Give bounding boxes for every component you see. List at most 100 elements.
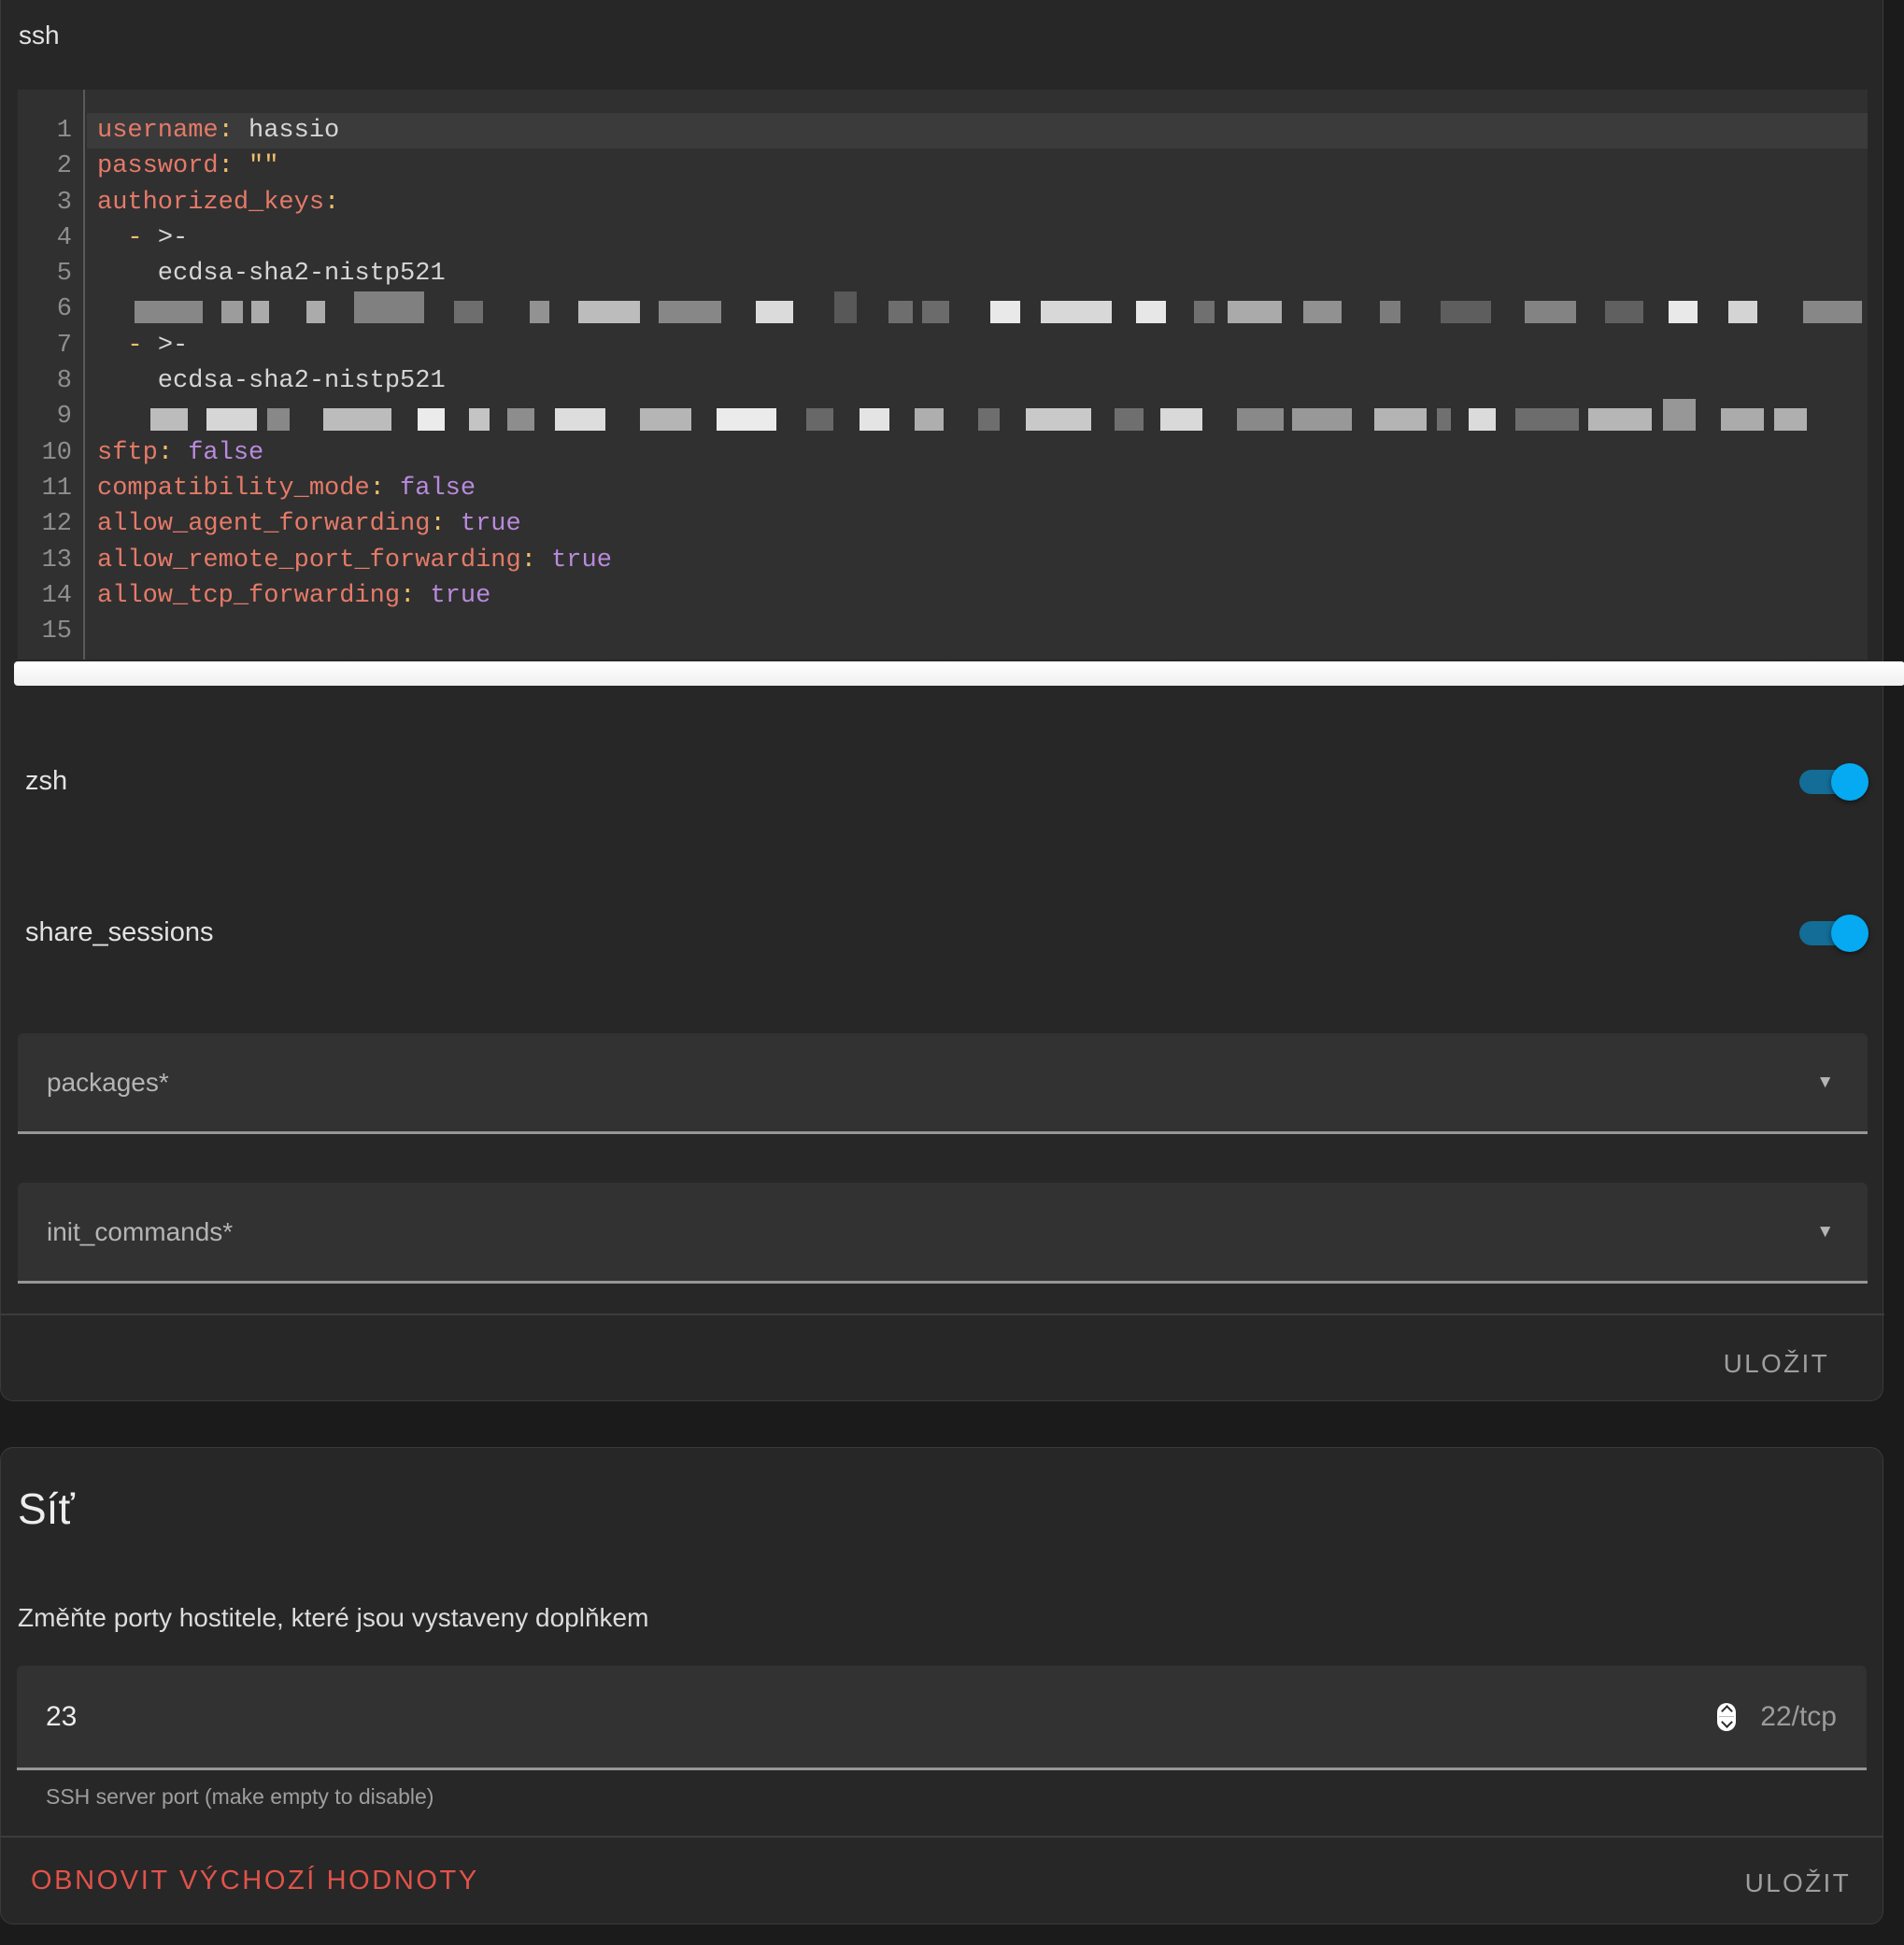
redacted-key-block <box>150 408 188 431</box>
zsh-toggle[interactable] <box>1799 763 1868 801</box>
redacted-key-block <box>1380 301 1400 323</box>
code-line: authorized_keys: <box>87 185 1868 220</box>
number-stepper[interactable] <box>1717 1703 1736 1731</box>
redacted-key-block <box>915 408 944 431</box>
yaml-token-plain: ecdsa-sha2-nistp521 <box>97 367 446 395</box>
share-sessions-toggle[interactable] <box>1799 915 1868 952</box>
redacted-key-block <box>1721 408 1764 431</box>
gutter-line-number: 6 <box>18 291 83 327</box>
redacted-key-block <box>922 301 949 323</box>
yaml-token-punc: : <box>219 117 234 145</box>
gutter-line-number: 3 <box>18 185 83 220</box>
redacted-key-block <box>578 301 641 323</box>
yaml-token-bool: false <box>173 439 263 467</box>
redacted-key-block <box>1441 301 1491 323</box>
network-actions-divider <box>0 1836 1883 1838</box>
yaml-token-punc: : <box>324 189 339 217</box>
editor-code[interactable]: username: hassiopassword: ""authorized_k… <box>87 90 1868 649</box>
yaml-token-plain: >- <box>158 224 188 252</box>
code-line: - >- <box>87 220 1868 256</box>
code-line: allow_remote_port_forwarding: true <box>87 543 1868 578</box>
redacted-key-block <box>555 408 605 431</box>
redacted-key-block <box>1136 301 1166 323</box>
save-button[interactable]: ULOŽIT <box>1724 1349 1829 1379</box>
yaml-token-key: allow_agent_forwarding <box>97 510 430 538</box>
redacted-key-block <box>1774 408 1806 431</box>
gutter-line-number: 11 <box>18 471 83 506</box>
reset-defaults-button[interactable]: OBNOVIT VÝCHOZÍ HODNOTY <box>31 1866 479 1896</box>
redacted-key-block <box>888 301 913 323</box>
ssh-config-card: ssh 123456789101112131415 username: hass… <box>0 0 1883 1401</box>
network-title: Síť <box>18 1484 75 1534</box>
gutter-line-number: 13 <box>18 543 83 578</box>
card-actions-divider <box>1 1313 1884 1315</box>
yaml-token-key: compatibility_mode <box>97 475 370 503</box>
redacted-key-block <box>1525 301 1576 323</box>
share-sessions-toggle-label: share_sessions <box>25 917 214 948</box>
gutter-line-number: 10 <box>18 435 83 471</box>
editor-horizontal-scrollbar[interactable] <box>14 661 1904 686</box>
redacted-key-block <box>659 301 721 323</box>
yaml-token-punc: - <box>127 224 157 252</box>
yaml-code-editor[interactable]: 123456789101112131415 username: hassiopa… <box>18 90 1868 660</box>
redacted-key-block <box>323 408 391 431</box>
ssh-field-label: ssh <box>19 21 60 50</box>
redacted-key-block <box>507 408 534 431</box>
yaml-token-punc: : <box>521 547 536 575</box>
yaml-token-bool: true <box>446 510 521 538</box>
redacted-key-block <box>251 301 269 323</box>
yaml-token-punc: : <box>400 582 415 610</box>
gutter-line-number: 15 <box>18 614 83 649</box>
redacted-key-block <box>1515 408 1579 431</box>
yaml-token-bool: true <box>536 547 612 575</box>
redacted-key-block <box>860 408 889 431</box>
redacted-key-block <box>834 291 857 323</box>
network-description: Změňte porty hostitele, které jsou vysta… <box>18 1603 648 1633</box>
redacted-code-line <box>87 399 1868 434</box>
redacted-key-block <box>221 301 244 323</box>
redacted-key-block <box>1469 408 1496 431</box>
code-line: allow_agent_forwarding: true <box>87 506 1868 542</box>
redacted-key-block <box>1041 301 1112 323</box>
packages-select[interactable]: packages* ▼ <box>18 1033 1868 1134</box>
redacted-key-block <box>756 301 793 323</box>
code-line: sftp: false <box>87 435 1868 471</box>
chevron-down-icon: ▼ <box>1816 1222 1834 1242</box>
yaml-token-key: allow_remote_port_forwarding <box>97 547 521 575</box>
yaml-token-bool: false <box>385 475 476 503</box>
redacted-key-block <box>1194 301 1215 323</box>
code-line: allow_tcp_forwarding: true <box>87 578 1868 614</box>
redacted-key-block <box>469 408 490 431</box>
init-commands-select[interactable]: init_commands* ▼ <box>18 1183 1868 1284</box>
gutter-line-number: 9 <box>18 399 83 434</box>
redacted-key-block <box>454 301 484 323</box>
chevron-down-icon: ▼ <box>1816 1072 1834 1093</box>
gutter-line-number: 14 <box>18 578 83 614</box>
redacted-key-block <box>1228 301 1282 323</box>
ssh-port-value[interactable]: 23 <box>46 1701 77 1733</box>
redacted-key-block <box>1237 408 1284 431</box>
yaml-token-punc: : <box>158 439 173 467</box>
yaml-token-bool: true <box>415 582 490 610</box>
yaml-token-punc: - <box>127 332 157 360</box>
redacted-key-block <box>640 408 691 431</box>
gutter-line-number: 2 <box>18 149 83 184</box>
ssh-port-input[interactable]: 23 22/tcp <box>17 1666 1867 1770</box>
code-line: password: "" <box>87 149 1868 184</box>
redacted-key-block <box>717 408 776 431</box>
redacted-key-block <box>530 301 549 323</box>
redacted-key-block <box>135 301 204 323</box>
code-line <box>87 614 1868 649</box>
redacted-key-block <box>1803 301 1862 323</box>
yaml-token-punc: : <box>370 475 385 503</box>
redacted-key-block <box>1437 408 1451 431</box>
code-line: compatibility_mode: false <box>87 471 1868 506</box>
stepper-down-icon[interactable] <box>1721 1716 1733 1728</box>
network-save-button[interactable]: ULOŽIT <box>1745 1868 1851 1898</box>
redacted-key-block <box>806 408 833 431</box>
code-line: - >- <box>87 328 1868 363</box>
redacted-code-line <box>87 291 1868 327</box>
gutter-line-number: 4 <box>18 220 83 256</box>
redacted-key-block <box>1303 301 1342 323</box>
yaml-token-key: password <box>97 152 219 180</box>
